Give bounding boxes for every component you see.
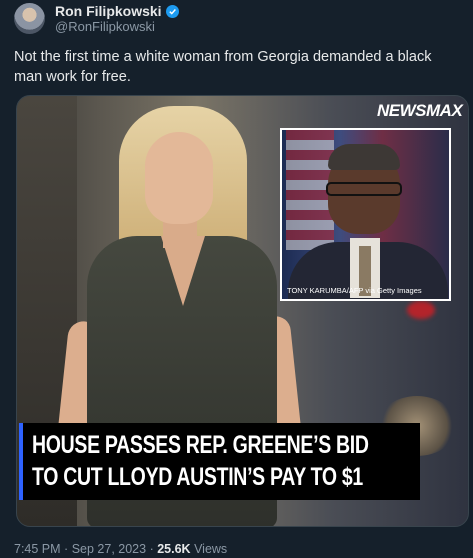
inset-hair — [328, 144, 400, 170]
author-handle[interactable]: @RonFilipkowski — [55, 19, 155, 34]
tweet-date[interactable]: Sep 27, 2023 — [72, 542, 146, 556]
inset-photo: TONY KARUMBA/AFP via Getty Images — [280, 128, 451, 301]
tweet-time[interactable]: 7:45 PM — [14, 542, 61, 556]
headline: HOUSE PASSES REP. GREENE’S BID TO CUT LL… — [32, 429, 418, 493]
views-count: 25.6K — [157, 542, 191, 556]
headline-line-2: TO CUT LLOYD AUSTIN’S PAY TO $1 — [32, 463, 363, 491]
meta-separator: · — [64, 542, 69, 556]
avatar[interactable] — [14, 3, 45, 34]
author-name-row: Ron Filipkowski — [55, 3, 179, 19]
meta-separator: · — [149, 542, 154, 556]
woman-face — [145, 132, 213, 224]
tweet: Ron Filipkowski @RonFilipkowski Not the … — [0, 0, 473, 558]
views-label: Views — [194, 542, 228, 556]
photo-credit: TONY KARUMBA/AFP via Getty Images — [287, 286, 422, 295]
tweet-text: Not the first time a white woman from Ge… — [14, 49, 432, 85]
verified-badge-icon — [165, 4, 179, 18]
tweet-media-image[interactable]: NEWSMAX TONY KARUMBA/AFP via Getty Image… — [16, 95, 469, 527]
background-red-light — [407, 301, 435, 319]
newsmax-logo: NEWSMAX — [377, 101, 463, 120]
headline-banner: HOUSE PASSES REP. GREENE’S BID TO CUT LL… — [19, 423, 420, 500]
banner-accent-bar — [19, 423, 23, 500]
headline-line-1: HOUSE PASSES REP. GREENE’S BID — [32, 431, 369, 459]
author-display-name[interactable]: Ron Filipkowski — [55, 3, 162, 19]
tweet-meta: 7:45 PM · Sep 27, 2023 · 25.6K Views — [14, 542, 227, 556]
inset-glasses — [326, 182, 402, 196]
woman-neckline — [161, 236, 205, 306]
